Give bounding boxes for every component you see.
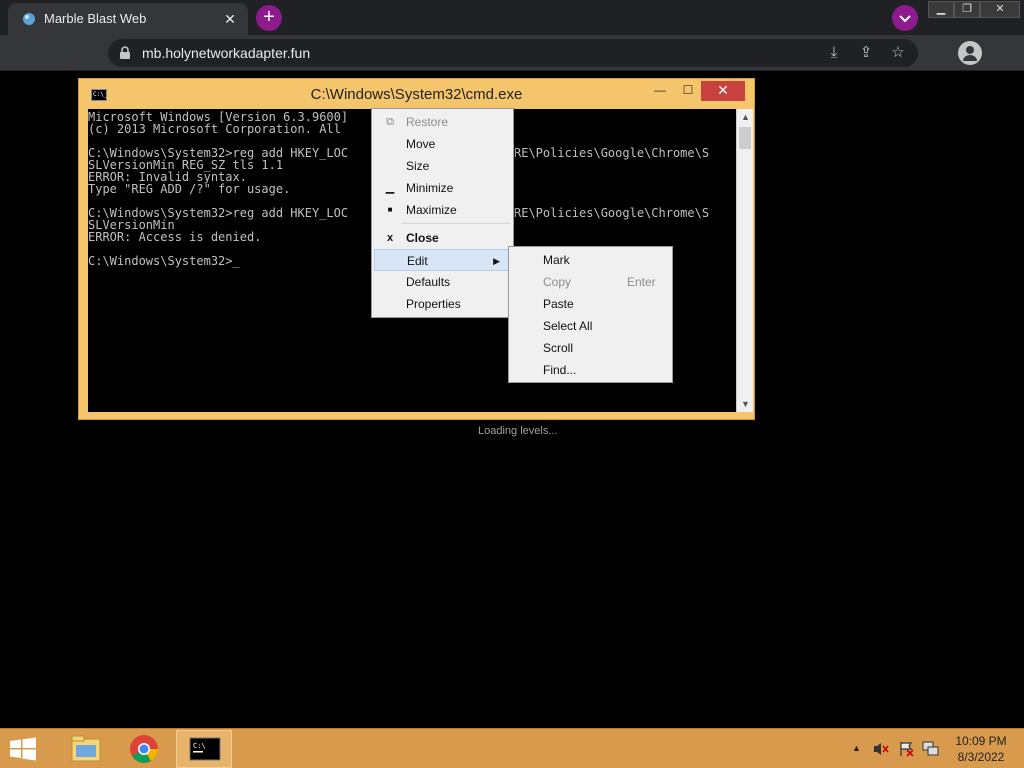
menu-item-label: Find... [543,363,577,377]
window-minimize-button[interactable]: ▁ [928,1,954,18]
menu-item-label: Properties [406,297,461,311]
tray-expand-icon[interactable]: ▲ [852,743,861,753]
menu-item-label: Maximize [406,203,457,217]
menu-item-select-all[interactable]: Select All [511,315,670,337]
system-clock[interactable]: 10:09 PM 8/3/2022 [948,733,1014,765]
menu-item-minimize[interactable]: ▁ Minimize [374,177,511,199]
install-app-icon[interactable]: ⤓ [824,43,844,63]
marble-favicon-icon [23,13,35,25]
menu-item-label: Edit [407,254,428,268]
menu-item-label: Size [406,159,430,173]
menu-item-label: Scroll [543,341,574,355]
restore-icon: ⧉ [386,116,394,128]
menu-item-label: Close [406,231,439,245]
scroll-down-icon[interactable]: ▼ [737,396,754,412]
browser-tab-strip: Marble Blast Web ✕ + ▁ ❐ ✕ [0,0,1024,35]
network-icon[interactable] [922,740,940,758]
cmd-icon: C:\ [189,737,221,761]
menu-item-label: Select All [543,319,593,333]
menu-item-label: Minimize [406,181,454,195]
tab-close-icon[interactable]: ✕ [220,9,240,29]
cmd-close-button[interactable]: ✕ [701,81,745,101]
clock-date: 8/3/2022 [957,750,1005,764]
menu-item-shortcut: Enter [627,275,656,289]
windows-start-icon[interactable] [8,737,38,761]
console-scrollbar[interactable]: ▲ ▼ [736,109,753,412]
action-center-flag-icon[interactable] [898,741,916,757]
chevron-down-icon [899,15,911,23]
scrollbar-thumb[interactable] [739,127,751,149]
menu-item-maximize[interactable]: ■ Maximize [374,199,511,221]
menu-item-edit[interactable]: Edit ▶ [374,249,511,271]
chrome-icon [130,735,158,763]
menu-item-label: Paste [543,297,574,311]
menu-item-defaults[interactable]: Defaults [374,271,511,293]
taskbar-cmd[interactable]: C:\ [176,730,232,768]
person-icon [963,46,977,61]
loading-status: Loading levels... [478,425,558,437]
tab-search-button[interactable] [892,5,918,31]
window-restore-button[interactable]: ❐ [954,1,980,18]
menu-separator [402,223,510,224]
window-close-button[interactable]: ✕ [980,1,1020,18]
menu-item-label: Defaults [406,275,451,289]
submenu-arrow-icon: ▶ [493,256,500,266]
tab-title: Marble Blast Web [44,11,147,26]
menu-item-copy[interactable]: Copy Enter [511,271,670,293]
close-icon: x [386,232,394,244]
console-text-right: RE\Policies\Google\Chrome\S RE\Policies\… [514,146,710,220]
menu-item-size[interactable]: Size [374,155,511,177]
volume-muted-icon[interactable] [872,741,890,757]
cmd-minimize-button[interactable]: — [647,81,673,101]
menu-item-move[interactable]: Move [374,133,511,155]
cmd-maximize-button[interactable]: ☐ [675,81,701,101]
new-tab-button[interactable]: + [256,5,282,31]
scroll-up-icon[interactable]: ▲ [737,109,754,125]
maximize-icon: ■ [387,205,393,214]
menu-item-paste[interactable]: Paste [511,293,670,315]
menu-item-label: Move [406,137,436,151]
menu-item-close[interactable]: x Close [374,227,511,249]
taskbar-file-explorer[interactable] [58,730,114,768]
profile-avatar[interactable] [958,41,982,65]
svg-text:C:\: C:\ [193,742,206,750]
menu-item-find[interactable]: Find... [511,359,670,381]
taskbar: C:\ ▲ 10:09 PM 8/3/2022 [0,728,1024,768]
system-menu: ⧉ Restore Move Size ▁ Minimize ■ Maximiz… [371,108,514,318]
menu-item-label: Restore [406,115,449,129]
lock-icon [120,46,130,59]
browser-toolbar: mb.holynetworkadapter.fun ⤓ ⇪ ☆ [0,35,1024,71]
menu-item-label: Copy [543,275,572,289]
url-text: mb.holynetworkadapter.fun [142,45,311,61]
menu-item-scroll[interactable]: Scroll [511,337,670,359]
menu-item-mark[interactable]: Mark [511,249,670,271]
menu-item-restore[interactable]: ⧉ Restore [374,111,511,133]
folder-icon [71,735,101,762]
browser-tab[interactable]: Marble Blast Web ✕ [8,3,248,35]
taskbar-chrome[interactable] [116,730,172,768]
clock-time: 10:09 PM [955,734,1007,748]
share-icon[interactable]: ⇪ [856,43,876,63]
screen: Marble Blast Web ✕ + ▁ ❐ ✕ mb.holynetwor… [0,0,1024,768]
bookmark-star-icon[interactable]: ☆ [888,43,908,63]
edit-submenu: Mark Copy Enter Paste Select All Scroll … [508,246,673,383]
menu-item-label: Mark [543,253,570,267]
minimize-icon: ▁ [385,182,395,194]
menu-item-properties[interactable]: Properties [374,293,511,315]
address-bar[interactable]: mb.holynetworkadapter.fun [108,39,918,67]
